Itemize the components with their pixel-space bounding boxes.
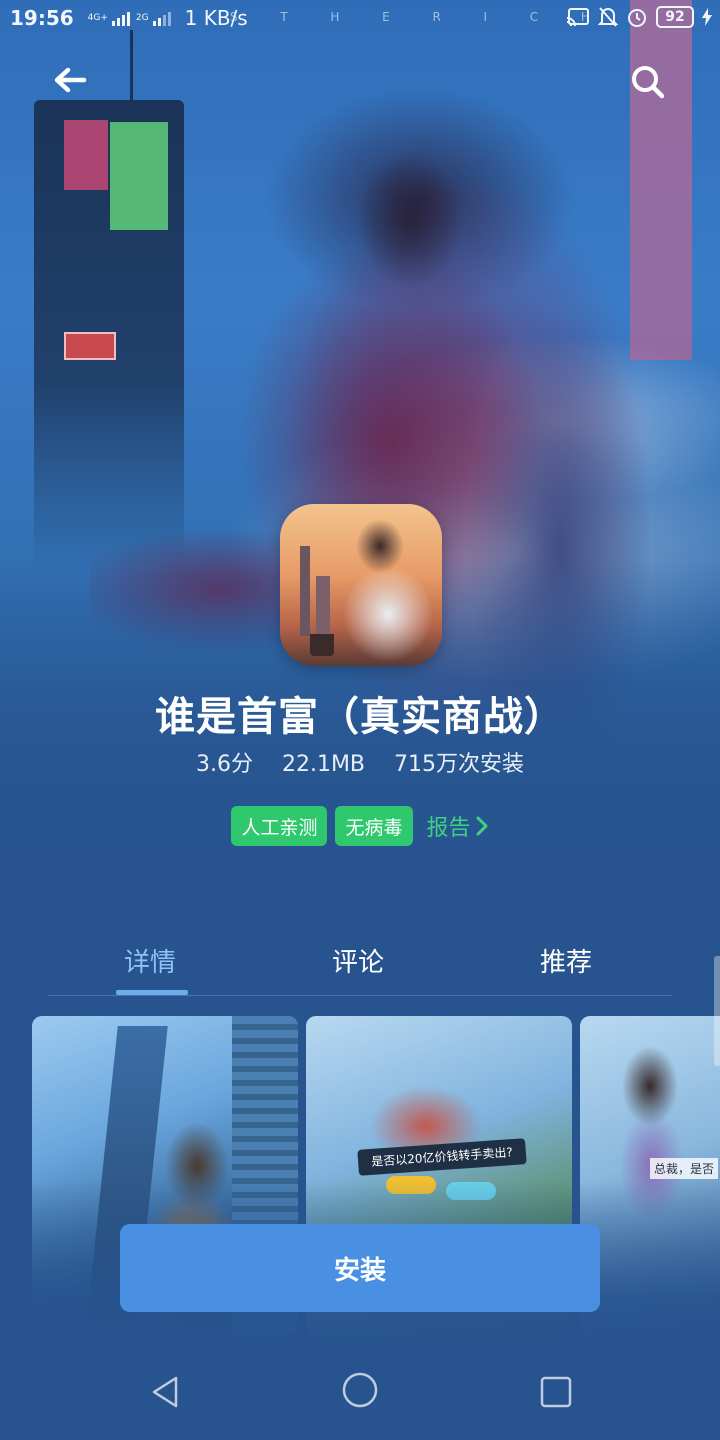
tower-spire — [130, 30, 133, 110]
icon-mug — [310, 634, 334, 656]
tag-virus-free[interactable]: 无病毒 — [335, 806, 413, 846]
system-nav-bar — [0, 1340, 720, 1440]
report-link[interactable]: 报告 — [427, 810, 489, 842]
alarm-icon — [628, 9, 646, 27]
nav-home-icon[interactable] — [340, 1370, 380, 1410]
safety-tags: 人工亲测 无病毒 报告 — [0, 806, 720, 846]
marquee-letter: H — [330, 10, 340, 24]
nav-recent-icon[interactable] — [538, 1374, 574, 1410]
marquee-letter: E — [382, 10, 390, 24]
report-label: 报告 — [426, 816, 471, 841]
marquee-letter: T — [280, 10, 288, 24]
marquee-text: S T H E R I C H — [230, 10, 590, 24]
app-rating: 3.6分 — [195, 752, 253, 777]
app-size: 22.1MB — [281, 752, 366, 777]
cast-icon — [566, 8, 589, 27]
chevron-right-icon — [476, 816, 488, 836]
battery-icon: 92 — [656, 6, 694, 28]
screenshot-banner: 是否以20亿价钱转手卖出? — [357, 1138, 527, 1176]
search-icon — [632, 66, 665, 99]
marquee-letter: C — [529, 10, 539, 24]
marquee-letter: I — [483, 10, 488, 24]
network-type-2: 2G — [135, 13, 149, 23]
app-title: 谁是首富（真实商战） — [155, 694, 565, 740]
marquee-letter: R — [432, 10, 441, 24]
signal-icon-2 — [152, 10, 171, 26]
install-button[interactable]: 安装 — [120, 1224, 600, 1312]
charging-icon — [702, 8, 712, 26]
hero-background — [0, 0, 720, 1000]
signal-icon — [111, 10, 130, 26]
tag-tested[interactable]: 人工亲测 — [231, 806, 328, 846]
search-button[interactable] — [624, 58, 672, 106]
arrow-left-icon — [54, 67, 87, 93]
icon-building — [316, 576, 330, 636]
bell-off-icon — [598, 7, 618, 27]
tab-details[interactable]: 详情 — [124, 942, 176, 979]
nav-back-icon[interactable] — [146, 1372, 186, 1412]
back-button[interactable] — [46, 58, 94, 106]
status-time: 19:56 — [10, 6, 74, 30]
app-meta: 3.6分 22.1MB 715万次安装 — [0, 746, 720, 778]
scrollbar[interactable] — [714, 956, 720, 1066]
status-right: 92 — [566, 6, 712, 28]
tab-recommend[interactable]: 推荐 — [540, 942, 592, 979]
detail-tabs: 详情 评论 推荐 — [48, 930, 672, 996]
screenshot-caption: 总裁，是否 — [650, 1158, 719, 1179]
app-installs: 715万次安装 — [394, 752, 525, 777]
network-type-label: 4G+ — [87, 13, 108, 23]
network-type: 4G+ — [88, 13, 108, 23]
icon-building — [300, 546, 310, 636]
app-icon — [280, 504, 442, 666]
active-tab-indicator — [116, 990, 188, 995]
tab-reviews[interactable]: 评论 — [332, 942, 384, 979]
marquee-letter: S — [230, 10, 238, 24]
status-bar: 19:56 4G+ 2G 1 KB/s S T H E R I C H 92 — [0, 0, 720, 36]
